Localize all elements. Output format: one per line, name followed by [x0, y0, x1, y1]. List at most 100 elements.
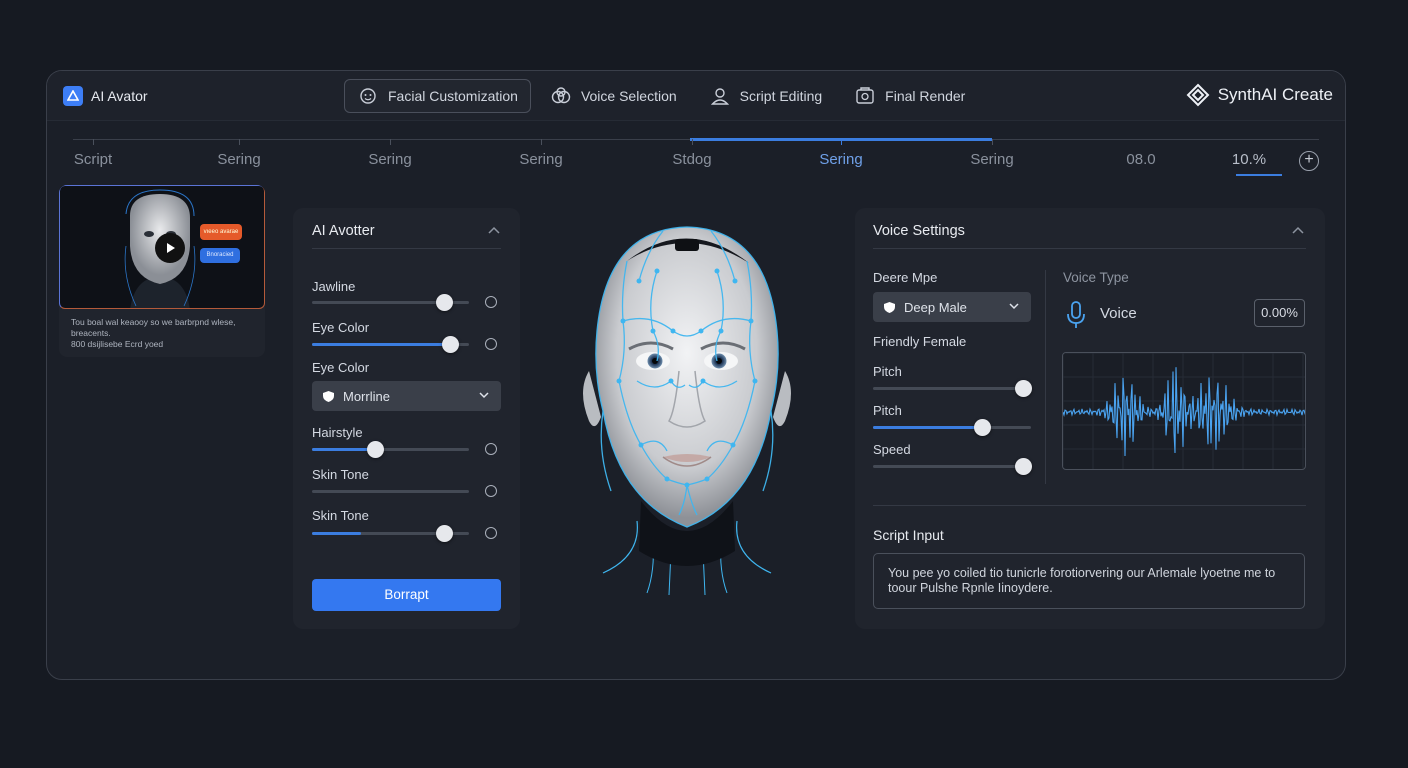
tab-voice-selection[interactable]: Voice Selection	[537, 79, 690, 113]
app-window: AI Avator Facial Customization Voice Sel…	[46, 70, 1346, 680]
eye-color-label-2: Eye Color	[312, 360, 370, 375]
timeline-item[interactable]: Sering	[350, 139, 430, 168]
tab-script-editing[interactable]: Script Editing	[696, 79, 835, 113]
chevron-down-icon	[479, 392, 489, 399]
video-preview[interactable]: vıeeo avarae Bnoracied	[59, 185, 265, 309]
timeline-label: Sering	[519, 151, 563, 168]
user-icon	[710, 88, 729, 105]
jawline-label: Jawline	[312, 279, 356, 294]
top-bar: AI Avator Facial Customization Voice Sel…	[47, 71, 1345, 121]
add-keyframe-icon[interactable]: +	[1299, 151, 1319, 171]
app-logo-icon	[63, 86, 83, 106]
script-input-field[interactable]: You pee yo coiled tio tunicrle forotiorv…	[873, 553, 1305, 609]
timeline-item[interactable]: Sering	[952, 139, 1032, 168]
voice-type-label: Voice Type	[1063, 270, 1129, 285]
timeline-item[interactable]: Script	[53, 139, 133, 168]
caption-line: 800 dsijlisebe Ecrd yoed	[71, 339, 164, 349]
synthai-brand[interactable]: SynthAI Create	[1186, 83, 1333, 107]
timeline: Script Sering Sering Sering Stdog Sering…	[73, 138, 1319, 179]
timeline-label: 08.0	[1126, 151, 1156, 168]
tab-final-render[interactable]: Final Render	[841, 79, 978, 113]
script-input-title: Script Input	[873, 527, 944, 543]
shield-icon	[323, 390, 334, 402]
microphone-icon[interactable]	[1065, 300, 1087, 330]
hairstyle-radio[interactable]	[485, 443, 497, 455]
panel-title: Voice Settings	[873, 223, 965, 239]
panel-title: AI Avotter	[312, 223, 375, 239]
eye-color-radio[interactable]	[485, 338, 497, 350]
app-brand[interactable]: AI Avator	[63, 86, 148, 106]
collapse-chevron-icon[interactable]	[487, 226, 501, 236]
timeline-label: 10.%	[1231, 151, 1267, 168]
timeline-label: Script	[73, 151, 113, 168]
speech-bubble-orange: vıeeo avarae	[200, 224, 242, 240]
waveform-chart	[1063, 353, 1305, 469]
timeline-label: Stdog	[672, 151, 712, 168]
eye-color-label: Eye Color	[312, 320, 370, 335]
chevron-down-icon	[1009, 303, 1019, 310]
timeline-label: Sering	[217, 151, 261, 168]
voice-preset-select[interactable]: Deep Male	[873, 292, 1031, 322]
pitch-label-2: Pitch	[873, 403, 902, 418]
skin-tone-slider-2[interactable]	[312, 525, 469, 542]
hairstyle-label: Hairstyle	[312, 425, 363, 440]
caption-line: breacents.	[71, 328, 111, 338]
timeline-item[interactable]: Sering	[199, 139, 279, 168]
select-value: Deep Male	[904, 299, 967, 315]
tab-label: Final Render	[885, 88, 966, 104]
panel-divider	[312, 248, 501, 249]
voice-settings-panel: Voice Settings Deere Mpe Deep Male Frien…	[855, 208, 1325, 629]
eye-color-select[interactable]: Morrline	[312, 381, 501, 411]
timeline-item-active[interactable]: Sering	[801, 139, 881, 168]
select-value: Morrline	[343, 388, 390, 404]
caption-line: Tou boal wal keaooy so we barbrpnd wlese…	[71, 317, 236, 327]
tab-facial-customization[interactable]: Facial Customization	[344, 79, 531, 113]
vertical-divider	[1045, 270, 1046, 484]
tab-label: Voice Selection	[580, 88, 677, 104]
synthai-logo-icon	[1186, 83, 1210, 107]
section-divider	[873, 505, 1306, 506]
skin-tone-radio[interactable]	[485, 485, 497, 497]
timeline-item[interactable]: 08.0	[1101, 139, 1181, 168]
shield-icon	[884, 301, 895, 313]
jawline-radio[interactable]	[485, 296, 497, 308]
apply-button[interactable]: Borrapt	[312, 579, 501, 611]
timeline-current-marker	[1236, 174, 1282, 176]
collapse-chevron-icon[interactable]	[1291, 226, 1305, 236]
timeline-item[interactable]: 10.%	[1209, 139, 1289, 168]
video-preview-card[interactable]: vıeeo avarae Bnoracied Tou boal wal keao…	[59, 185, 265, 357]
skin-tone-label-2: Skin Tone	[312, 508, 369, 523]
app-title: AI Avator	[91, 88, 148, 104]
voice-label: Voice	[1100, 305, 1137, 322]
eye-color-slider[interactable]	[312, 336, 469, 353]
preview-caption: Tou boal wal keaooy so we barbrpnd wlese…	[71, 317, 257, 350]
skin-tone-slider[interactable]	[312, 490, 469, 493]
synthai-title: SynthAI Create	[1217, 85, 1333, 104]
speed-label: Speed	[873, 442, 911, 457]
timeline-item[interactable]: Stdog	[652, 139, 732, 168]
avatar-controls-panel: AI Avotter Jawline Eye Color Eye Color M…	[293, 208, 520, 629]
deep-voice-label: Deere Mpe	[873, 270, 938, 285]
timeline-label: Sering	[819, 151, 863, 168]
play-icon[interactable]	[155, 233, 185, 263]
skin-tone-radio-2[interactable]	[485, 527, 497, 539]
voice-percent[interactable]: 0.00%	[1254, 299, 1305, 327]
panel-divider	[873, 248, 1306, 249]
pitch-label: Pitch	[873, 364, 902, 379]
pitch-slider[interactable]	[873, 380, 1032, 397]
avatar-3d-preview[interactable]	[567, 221, 807, 601]
skin-tone-label: Skin Tone	[312, 467, 369, 482]
render-icon	[856, 87, 874, 104]
speed-slider[interactable]	[873, 458, 1032, 475]
friendly-female-option[interactable]: Friendly Female	[873, 334, 966, 349]
waveform-display	[1062, 352, 1306, 470]
tab-label: Facial Customization	[388, 88, 518, 104]
speech-bubble-blue: Bnoracied	[200, 248, 240, 263]
timeline-item[interactable]: Sering	[501, 139, 581, 168]
hairstyle-slider[interactable]	[312, 441, 469, 458]
jawline-slider[interactable]	[312, 294, 469, 311]
timeline-label: Sering	[970, 151, 1014, 168]
tab-label: Script Editing	[739, 88, 823, 104]
pitch-slider-2[interactable]	[873, 419, 1031, 436]
avatar-head-wireframe	[583, 226, 791, 596]
